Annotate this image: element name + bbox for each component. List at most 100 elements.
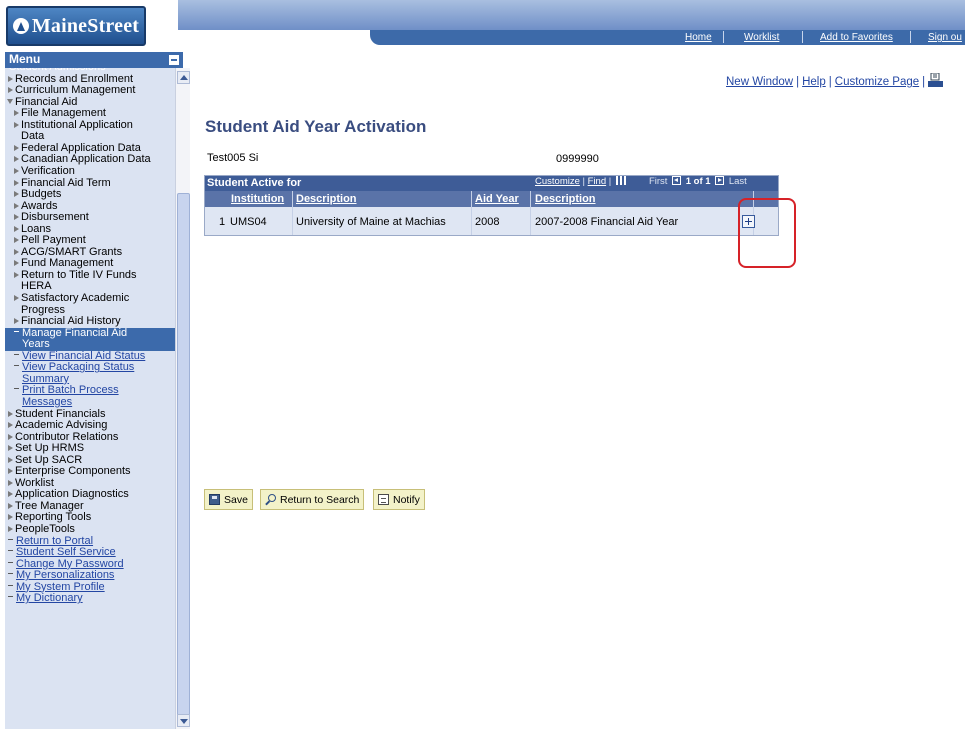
student-active-grid: Student Active for Customize | Find | Fi…	[204, 175, 779, 236]
grid-range: 1 of 1	[685, 176, 711, 187]
triangle-right-icon	[14, 225, 19, 232]
return-to-search-button[interactable]: Return to Search	[260, 489, 365, 510]
cell-aid-year: 2008	[475, 216, 500, 228]
triangle-right-icon	[8, 468, 13, 475]
menu-item-label: Loans	[21, 222, 51, 235]
scroll-down-arrow-icon[interactable]	[177, 714, 190, 727]
menu-item-label: Tree Manager	[15, 499, 84, 512]
worklist-link[interactable]: Worklist	[744, 32, 779, 43]
grid-title: Student Active for	[207, 177, 302, 189]
dash-icon	[14, 330, 19, 332]
menu-scrollbar[interactable]	[175, 68, 190, 729]
triangle-right-icon	[14, 144, 19, 151]
triangle-right-icon	[14, 167, 19, 174]
triangle-down-icon	[7, 98, 13, 104]
triangle-right-icon	[14, 156, 19, 163]
grid-navigation: Customize | Find | First 1 of 1 Last	[535, 176, 747, 187]
menu-item-label: Student Self Service	[16, 546, 116, 559]
menu-item-label: Return to Title IV Funds	[21, 268, 137, 281]
triangle-right-icon	[8, 514, 13, 521]
menu-item[interactable]: My Dictionary	[5, 593, 175, 605]
menu-item-label: Pell Payment	[21, 234, 86, 247]
triangle-right-icon	[8, 491, 13, 498]
previous-row-icon[interactable]	[672, 176, 682, 185]
grid-find-link[interactable]: Find	[588, 176, 606, 187]
cell-institution: UMS04	[230, 216, 267, 228]
menu-item-label: Financial Aid Term	[21, 176, 111, 189]
menu-item-label: Budgets	[21, 188, 62, 201]
menu-item-label: Progress	[21, 303, 66, 316]
notify-button[interactable]: Notify	[373, 489, 425, 510]
save-label: Save	[224, 493, 248, 506]
help-link[interactable]: Help	[802, 76, 826, 88]
scroll-thumb[interactable]	[177, 193, 190, 723]
add-to-favorites-link[interactable]: Add to Favorites	[820, 32, 893, 43]
logo-emblem-icon	[12, 18, 29, 34]
customize-page-link[interactable]: Customize Page	[835, 76, 919, 88]
menu-item-label: Years	[22, 338, 50, 351]
column-header-aid-year-description[interactable]: Description	[535, 193, 596, 205]
menu-item-label: Fund Management	[21, 257, 114, 270]
return-to-search-label: Return to Search	[280, 493, 360, 506]
menu-item-label: HERA	[21, 280, 52, 293]
row-number: 1	[219, 216, 226, 228]
triangle-right-icon	[8, 422, 13, 429]
menu-item-label: Application Diagnostics	[15, 488, 129, 501]
menu-item-label: View Financial Aid Status	[22, 349, 146, 362]
menu-item-label: Manage Financial Aid	[22, 326, 128, 339]
column-divider	[530, 191, 531, 207]
menu-item-label: My Dictionary	[16, 592, 83, 605]
triangle-right-icon	[14, 248, 19, 255]
menu-list: Student AdmissionsRecords and Enrollment…	[5, 68, 175, 729]
dash-icon	[14, 388, 19, 390]
menu-header: Menu	[5, 52, 183, 68]
next-row-icon[interactable]	[715, 176, 725, 185]
triangle-right-icon	[14, 110, 19, 117]
menu-item-label: Reporting Tools	[15, 511, 92, 524]
menu-item-label: Set Up HRMS	[15, 442, 85, 455]
triangle-right-icon	[8, 479, 13, 486]
triangle-right-icon	[14, 260, 19, 267]
search-icon	[265, 494, 276, 505]
menu-item-label: Verification	[21, 164, 75, 177]
menu-item-label: Change My Password	[16, 557, 124, 570]
menu-item-label: Set Up SACR	[15, 453, 83, 466]
logo-text: MaineStreet	[31, 14, 140, 37]
column-header-description[interactable]: Description	[296, 193, 357, 205]
menu-item-label: Data	[21, 130, 45, 143]
triangle-right-icon	[14, 237, 19, 244]
menu-item-label: Financial Aid History	[21, 315, 121, 328]
scroll-up-arrow-icon[interactable]	[177, 71, 190, 84]
view-all-grid-icon[interactable]	[615, 176, 626, 185]
column-divider	[530, 207, 531, 235]
triangle-right-icon	[8, 526, 13, 532]
menu-item-label: Records and Enrollment	[15, 72, 134, 85]
collapse-menu-icon[interactable]	[169, 55, 179, 65]
grid-first-label: First	[648, 176, 668, 187]
menu-item-label: Institutional Application	[21, 118, 133, 131]
dash-icon	[8, 596, 13, 598]
home-link[interactable]: Home	[685, 32, 712, 43]
highlight-annotation	[738, 198, 796, 268]
menu-item-label: View Packaging Status	[22, 361, 135, 374]
student-name: Test005 Si	[207, 152, 259, 164]
column-header-institution[interactable]: Institution	[231, 193, 284, 205]
new-window-link[interactable]: New Window	[726, 76, 793, 88]
top-banner	[178, 0, 965, 30]
triangle-right-icon	[8, 410, 13, 417]
http-icon[interactable]	[928, 72, 944, 87]
nav-divider	[910, 31, 911, 43]
dash-icon	[14, 365, 19, 367]
sign-out-link[interactable]: Sign ou	[928, 32, 962, 43]
menu-item-label: Federal Application Data	[21, 141, 141, 154]
grid-customize-link[interactable]: Customize	[535, 176, 580, 187]
cell-aid-year-description: 2007-2008 Financial Aid Year	[535, 216, 679, 228]
menu-title: Menu	[9, 52, 41, 66]
dash-icon	[8, 573, 13, 575]
column-header-aid-year[interactable]: Aid Year	[475, 193, 519, 205]
save-button[interactable]: Save	[204, 489, 253, 510]
menu-item-label: Summary	[22, 372, 70, 385]
column-divider	[292, 191, 293, 207]
triangle-right-icon	[8, 75, 13, 82]
student-id: 0999990	[556, 153, 599, 165]
